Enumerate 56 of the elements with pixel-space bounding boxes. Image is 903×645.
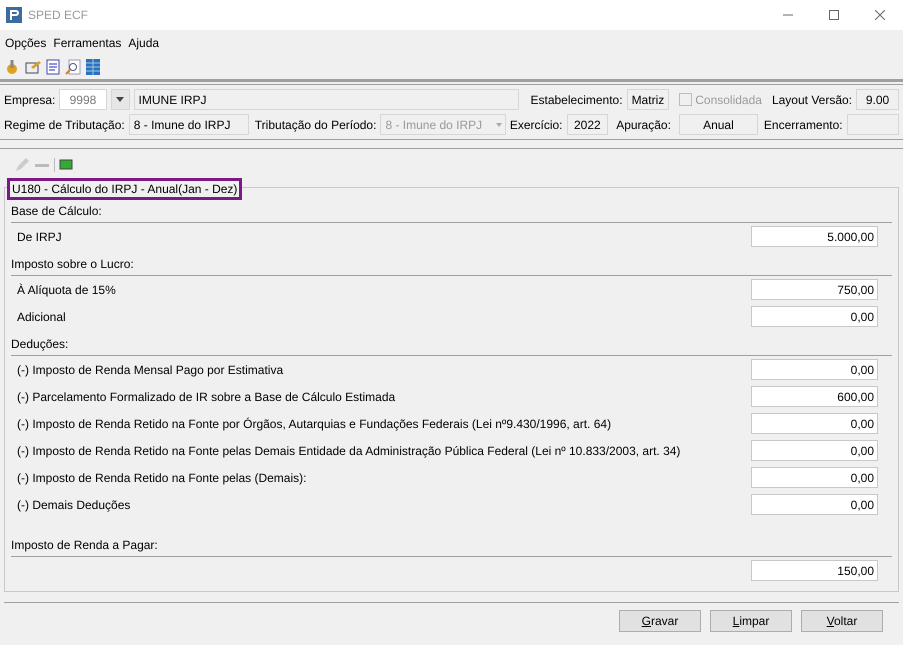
section-header: Imposto de Renda a Pagar: <box>11 536 892 557</box>
field-label: Layout Versão: <box>772 92 852 108</box>
company-code-field[interactable]: 9998 <box>59 89 107 110</box>
amount-field[interactable]: 0,00 <box>751 440 878 461</box>
group-title: U180 - Cálculo do IRPJ - Anual(Jan - Dez) <box>7 178 242 200</box>
action-button[interactable]: Limpar <box>710 610 792 632</box>
field-label: Regime de Tributação: <box>4 116 125 134</box>
amount-field[interactable]: 5.000,00 <box>751 226 878 247</box>
field-label: Estabelecimento: <box>530 92 623 108</box>
amount-field[interactable]: 0,00 <box>751 359 878 380</box>
amount-field[interactable]: 150,00 <box>751 560 878 581</box>
field-label: Encerramento: <box>764 116 843 134</box>
row-label: (-) Demais Deduções <box>17 496 130 514</box>
action-button[interactable]: Gravar <box>619 610 701 632</box>
amount-field[interactable]: 0,00 <box>751 306 878 327</box>
layout-version-field: 9.00 <box>856 89 899 110</box>
magnifier-document-icon[interactable] <box>65 59 81 75</box>
section-header: Base de Cálculo: <box>11 202 892 223</box>
window-title: SPED ECF <box>28 7 88 24</box>
action-button[interactable]: Voltar <box>801 610 883 632</box>
calculation-field: Anual <box>678 114 758 135</box>
amount-field[interactable]: 600,00 <box>751 386 878 407</box>
screen-icon[interactable] <box>59 159 73 171</box>
menu-item[interactable]: Ajuda <box>128 34 160 52</box>
row-label: Adicional <box>17 308 66 326</box>
document-icon[interactable] <box>46 59 60 75</box>
menu-item[interactable]: Ferramentas <box>53 34 122 52</box>
field-label: Tributação do Período: <box>254 116 376 134</box>
row-label: De IRPJ <box>17 228 62 246</box>
section-header: Deduções: <box>11 335 892 356</box>
document-edit-icon[interactable] <box>25 59 41 75</box>
year-field: 2022 <box>566 114 608 135</box>
amount-field[interactable]: 0,00 <box>751 467 878 488</box>
section-header: Imposto sobre o Lucro: <box>11 255 892 276</box>
establishment-field: Matriz <box>626 89 670 110</box>
company-name-field: IMUNE IRPJ <box>134 89 518 110</box>
closing-field <box>846 114 899 135</box>
row-label: À Alíquota de 15% <box>17 282 116 298</box>
amount-field[interactable]: 0,00 <box>751 494 878 515</box>
caret-icon <box>496 122 502 126</box>
regime-field: 8 - Imune do IRPJ <box>128 114 249 135</box>
menu-item[interactable]: Opções <box>5 34 46 52</box>
caret-icon <box>116 97 124 102</box>
amount-field[interactable]: 750,00 <box>751 279 878 300</box>
field-label: Apuração: <box>616 116 671 134</box>
field-label: Empresa: <box>4 92 56 108</box>
table-icon[interactable] <box>86 59 100 75</box>
row-label: (-) Imposto de Renda Mensal Pago por Estimativa <box>17 362 284 378</box>
amount-field[interactable]: 0,00 <box>751 413 878 434</box>
app-logo-icon <box>6 7 22 23</box>
row-label: (-) Imposto de Renda Retido na Fonte por Órgãos, Autarquias e Fundações Federais (Lei nº9.430/1996, art. 64) <box>17 416 612 432</box>
field-label: Exercício: <box>510 116 562 134</box>
row-label: (-) Imposto de Renda Retido na Fonte pelas (Demais): <box>17 470 306 486</box>
row-label: (-) Parcelamento Formalizado de IR sobre a Base de Cálculo Estimada <box>17 388 396 406</box>
row-label: (-) Imposto de Renda Retido na Fonte pelas Demais Entidade da Administração Pública Federal (Lei nº 10.833/2003, art. 34) <box>17 442 680 460</box>
dropdown-button[interactable] <box>110 89 130 110</box>
